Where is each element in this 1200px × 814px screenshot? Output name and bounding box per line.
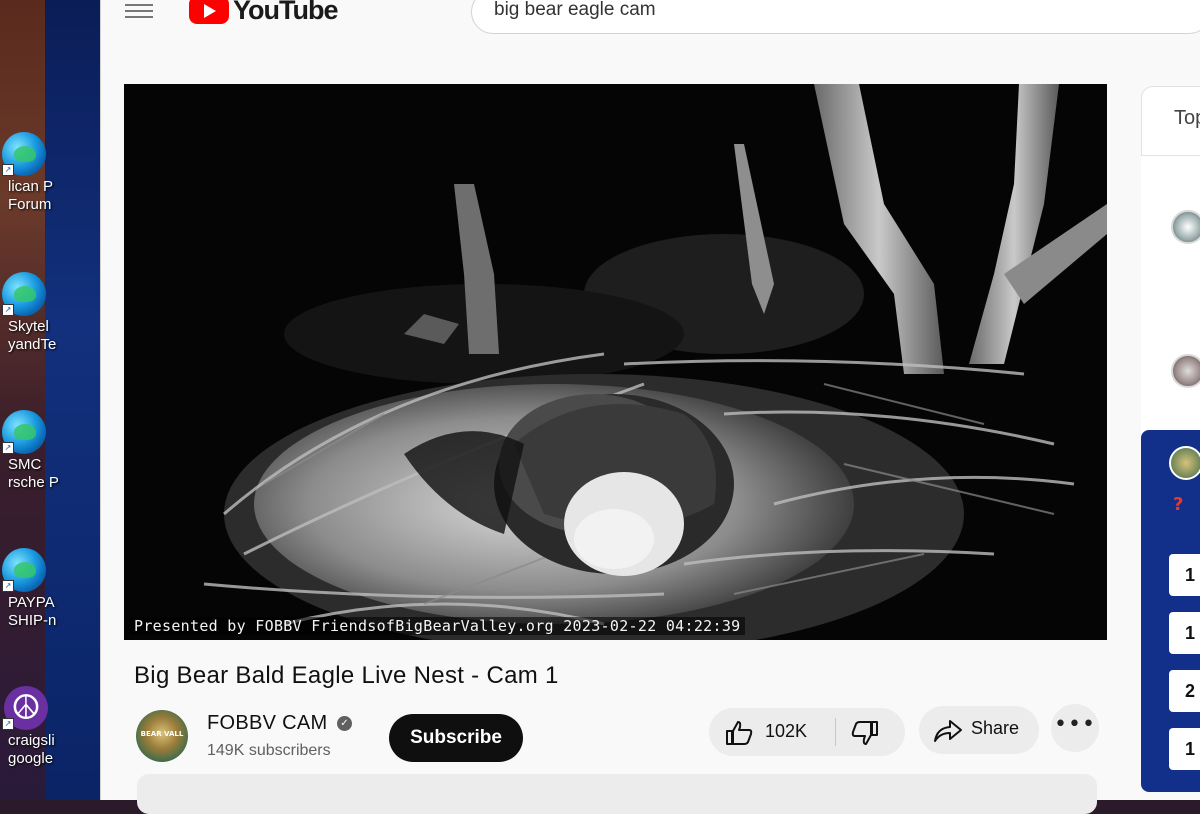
shortcut-arrow-icon: ↗ bbox=[2, 442, 14, 454]
desktop-shortcut-1[interactable]: ↗ lican P Forum bbox=[0, 132, 60, 214]
desktop-wallpaper-edge bbox=[45, 0, 100, 800]
poll-option-button[interactable]: 1 bbox=[1169, 728, 1200, 770]
youtube-header: YouTube big bear eagle cam bbox=[101, 0, 1200, 50]
chat-user-avatar[interactable] bbox=[1171, 210, 1200, 244]
live-chat-list bbox=[1141, 156, 1200, 436]
desktop-shortcut-5[interactable]: ☮ ↗ craigsli google bbox=[0, 686, 60, 768]
thumbs-down-icon[interactable] bbox=[851, 720, 879, 750]
desktop-shortcut-4[interactable]: ↗ PAYPA SHIP-n bbox=[0, 548, 60, 630]
desktop-shortcut-label: SMC rsche P bbox=[8, 456, 59, 491]
video-title: Big Bear Bald Eagle Live Nest - Cam 1 bbox=[134, 662, 559, 689]
search-query-text: big bear eagle cam bbox=[494, 0, 656, 20]
share-button[interactable]: Share bbox=[919, 706, 1039, 754]
verified-check-icon: ✓ bbox=[337, 716, 352, 731]
menu-icon[interactable] bbox=[125, 0, 153, 22]
more-actions-button[interactable]: ••• bbox=[1051, 704, 1099, 752]
channel-name[interactable]: FOBBV CAM bbox=[207, 712, 328, 735]
share-label: Share bbox=[971, 718, 1020, 738]
youtube-logo-text: YouTube bbox=[233, 0, 338, 25]
desktop-shortcut-3[interactable]: ↗ SMC rsche P bbox=[0, 410, 60, 492]
youtube-logo[interactable]: YouTube bbox=[189, 0, 338, 26]
panel-channel-avatar bbox=[1169, 446, 1200, 480]
desktop-shortcut-2[interactable]: ↗ Skytel yandTe bbox=[0, 272, 60, 354]
shortcut-arrow-icon: ↗ bbox=[2, 304, 14, 316]
video-player[interactable]: Presented by FOBBV FriendsofBigBearValle… bbox=[124, 84, 1107, 640]
poll-option-button[interactable]: 1 bbox=[1169, 554, 1200, 596]
search-input[interactable]: big bear eagle cam bbox=[471, 0, 1200, 34]
desktop-background: ↗ lican P Forum ↗ Skytel yandTe ↗ SMC rsche… bbox=[0, 0, 100, 800]
like-divider bbox=[835, 718, 836, 746]
desktop-shortcut-label: Skytel yandTe bbox=[8, 318, 57, 353]
poll-option-button[interactable]: 1 bbox=[1169, 612, 1200, 654]
youtube-page: YouTube big bear eagle cam Presented by … bbox=[100, 0, 1200, 814]
description-box[interactable] bbox=[137, 774, 1097, 814]
avatar-logo-text: BEAR VALL bbox=[140, 730, 184, 738]
like-count[interactable]: 102K bbox=[765, 721, 807, 742]
video-timestamp-overlay: Presented by FOBBV FriendsofBigBearValle… bbox=[130, 617, 745, 635]
desktop-shortcut-label: lican P Forum bbox=[8, 178, 54, 213]
shortcut-arrow-icon: ↗ bbox=[2, 164, 14, 176]
thumbs-up-icon[interactable] bbox=[725, 720, 753, 750]
subscriber-count: 149K subscribers bbox=[207, 742, 331, 759]
eagle-nest-video-frame bbox=[124, 84, 1107, 640]
share-arrow-icon bbox=[933, 718, 963, 748]
shortcut-arrow-icon: ↗ bbox=[2, 718, 14, 730]
like-dislike-bar: 102K bbox=[709, 708, 905, 756]
youtube-play-icon bbox=[189, 0, 229, 24]
shortcut-arrow-icon: ↗ bbox=[2, 580, 14, 592]
question-mark-icon: ? bbox=[1173, 494, 1184, 515]
channel-avatar[interactable]: BEAR VALL bbox=[136, 710, 188, 762]
poll-option-button[interactable]: 2 bbox=[1169, 670, 1200, 712]
chat-poll-panel: ? 1 1 2 1 bbox=[1141, 430, 1200, 792]
live-chat-header: Top bbox=[1141, 86, 1200, 156]
desktop-shortcut-label: PAYPA SHIP-n bbox=[8, 594, 57, 629]
desktop-shortcut-label: craigsli google bbox=[8, 732, 55, 767]
top-chat-tab[interactable]: Top bbox=[1174, 107, 1200, 130]
subscribe-button[interactable]: Subscribe bbox=[389, 714, 523, 762]
chat-user-avatar[interactable] bbox=[1171, 354, 1200, 388]
